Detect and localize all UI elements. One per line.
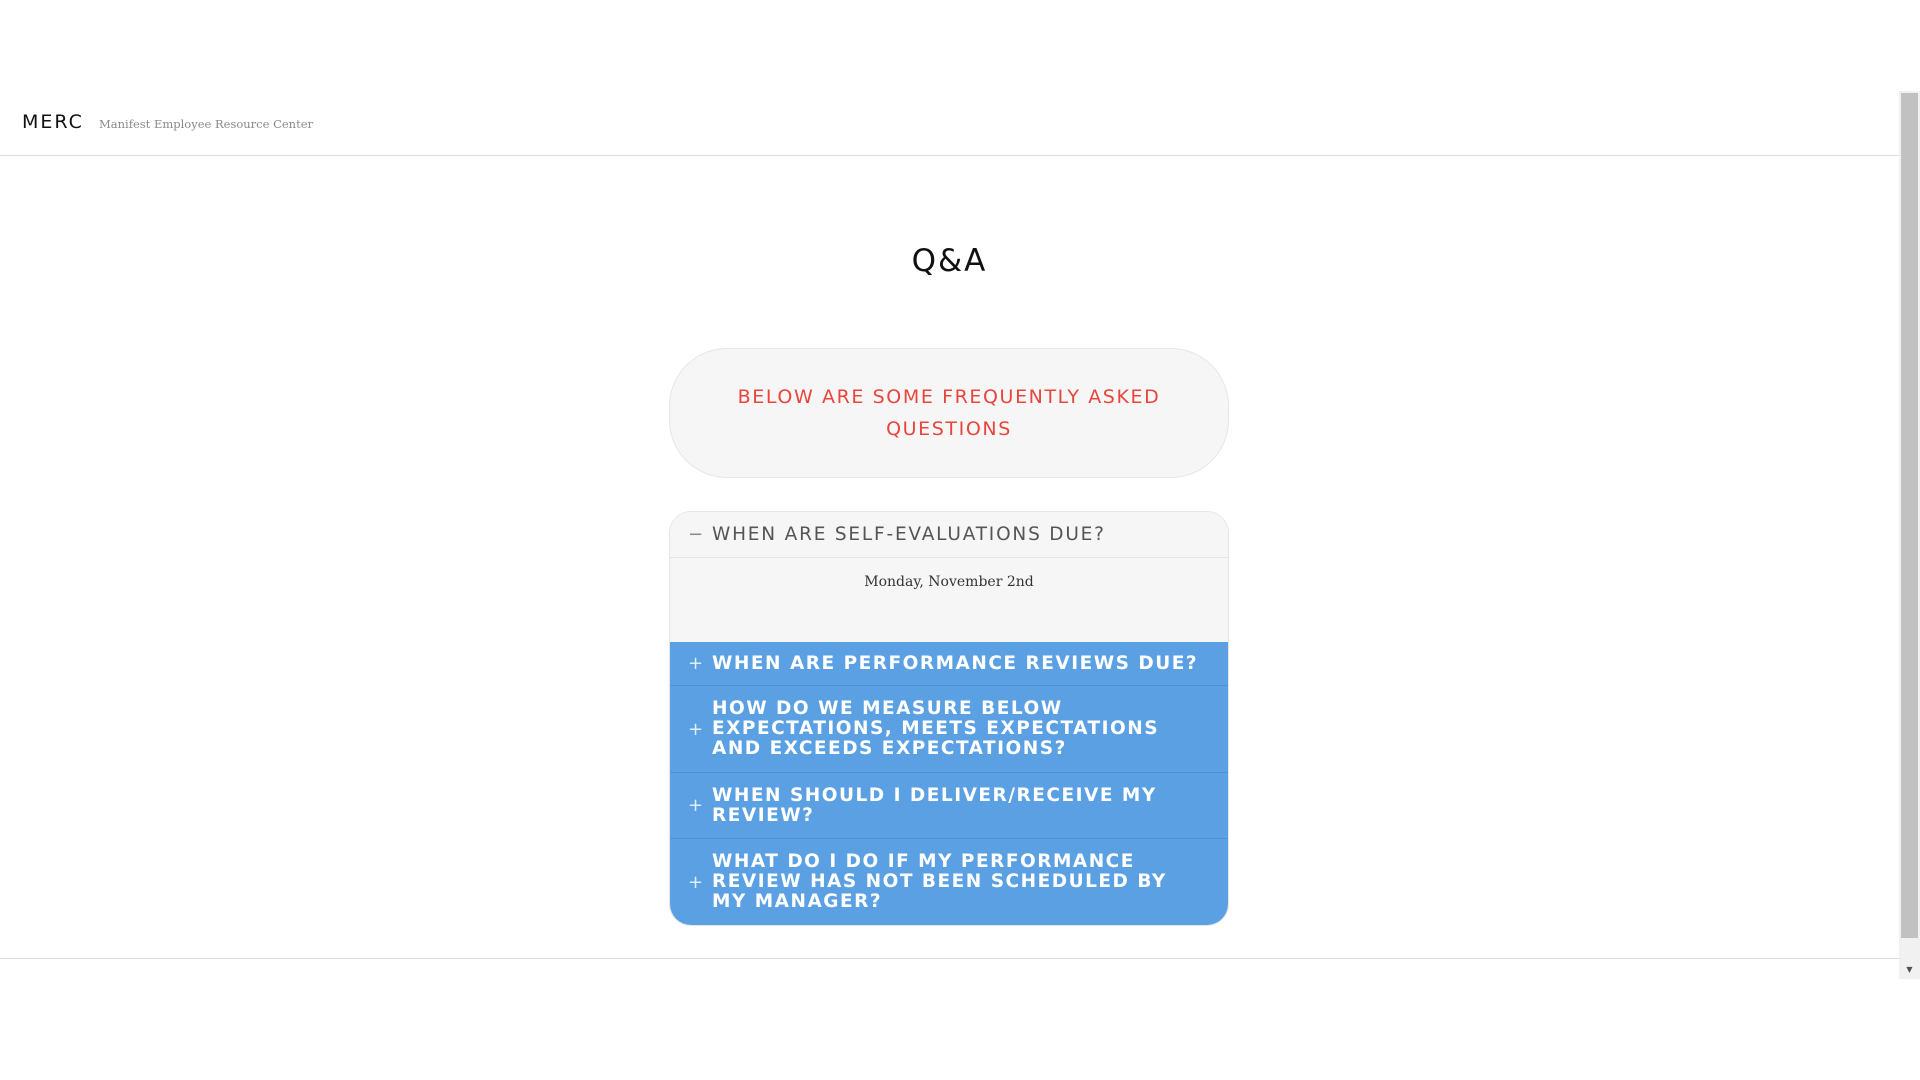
faq-question-label[interactable]: HOW DO WE MEASURE BELOW EXPECTATIONS, ME… bbox=[712, 699, 1208, 759]
faq-question-self-evaluations[interactable]: − WHEN ARE SELF-EVALUATIONS DUE? bbox=[670, 512, 1228, 558]
plus-icon[interactable]: + bbox=[688, 795, 712, 816]
page-title: Q&A bbox=[911, 243, 988, 279]
intro-banner: BELOW ARE SOME FREQUENTLY ASKED QUESTION… bbox=[669, 348, 1229, 478]
intro-text: BELOW ARE SOME FREQUENTLY ASKED QUESTION… bbox=[737, 386, 1161, 440]
faq-question-review-not-scheduled[interactable]: + WHAT DO I DO IF MY PERFORMANCE REVIEW … bbox=[670, 839, 1228, 925]
vertical-scrollbar[interactable]: ▼ bbox=[1899, 91, 1920, 979]
faq-question-measure-expectations[interactable]: + HOW DO WE MEASURE BELOW EXPECTATIONS, … bbox=[670, 686, 1228, 773]
faq-question-performance-reviews[interactable]: + WHEN ARE PERFORMANCE REVIEWS DUE? bbox=[670, 642, 1228, 686]
faq-accordion: − WHEN ARE SELF-EVALUATIONS DUE? Monday,… bbox=[669, 511, 1229, 926]
faq-item-self-evaluations: − WHEN ARE SELF-EVALUATIONS DUE? Monday,… bbox=[670, 512, 1228, 642]
plus-icon[interactable]: + bbox=[688, 719, 712, 740]
site-tagline: Manifest Employee Resource Center bbox=[99, 117, 314, 131]
chevron-down-icon[interactable]: ▼ bbox=[1899, 963, 1920, 977]
faq-question-label[interactable]: WHEN SHOULD I DELIVER/RECEIVE MY REVIEW? bbox=[712, 785, 1208, 826]
plus-icon[interactable]: + bbox=[688, 653, 712, 674]
minus-icon[interactable]: − bbox=[688, 524, 712, 545]
plus-icon[interactable]: + bbox=[688, 872, 712, 893]
faq-answer-text: Monday, November 2nd bbox=[864, 574, 1034, 590]
faq-question-deliver-review[interactable]: + WHEN SHOULD I DELIVER/RECEIVE MY REVIE… bbox=[670, 773, 1228, 839]
faq-answer-self-evaluations: Monday, November 2nd bbox=[670, 558, 1228, 642]
faq-item-measure-expectations: + HOW DO WE MEASURE BELOW EXPECTATIONS, … bbox=[670, 686, 1228, 773]
faq-item-review-not-scheduled: + WHAT DO I DO IF MY PERFORMANCE REVIEW … bbox=[670, 839, 1228, 925]
faq-question-label[interactable]: WHEN ARE SELF-EVALUATIONS DUE? bbox=[712, 524, 1106, 545]
faq-item-performance-reviews: + WHEN ARE PERFORMANCE REVIEWS DUE? bbox=[670, 642, 1228, 686]
site-header: MERC Manifest Employee Resource Center bbox=[0, 93, 1899, 156]
brand-logo[interactable]: MERC bbox=[22, 111, 84, 133]
scrollbar-thumb[interactable] bbox=[1901, 93, 1918, 938]
footer-divider bbox=[0, 958, 1899, 959]
faq-item-deliver-review: + WHEN SHOULD I DELIVER/RECEIVE MY REVIE… bbox=[670, 773, 1228, 839]
faq-question-label[interactable]: WHAT DO I DO IF MY PERFORMANCE REVIEW HA… bbox=[712, 852, 1208, 912]
faq-question-label[interactable]: WHEN ARE PERFORMANCE REVIEWS DUE? bbox=[712, 653, 1198, 674]
